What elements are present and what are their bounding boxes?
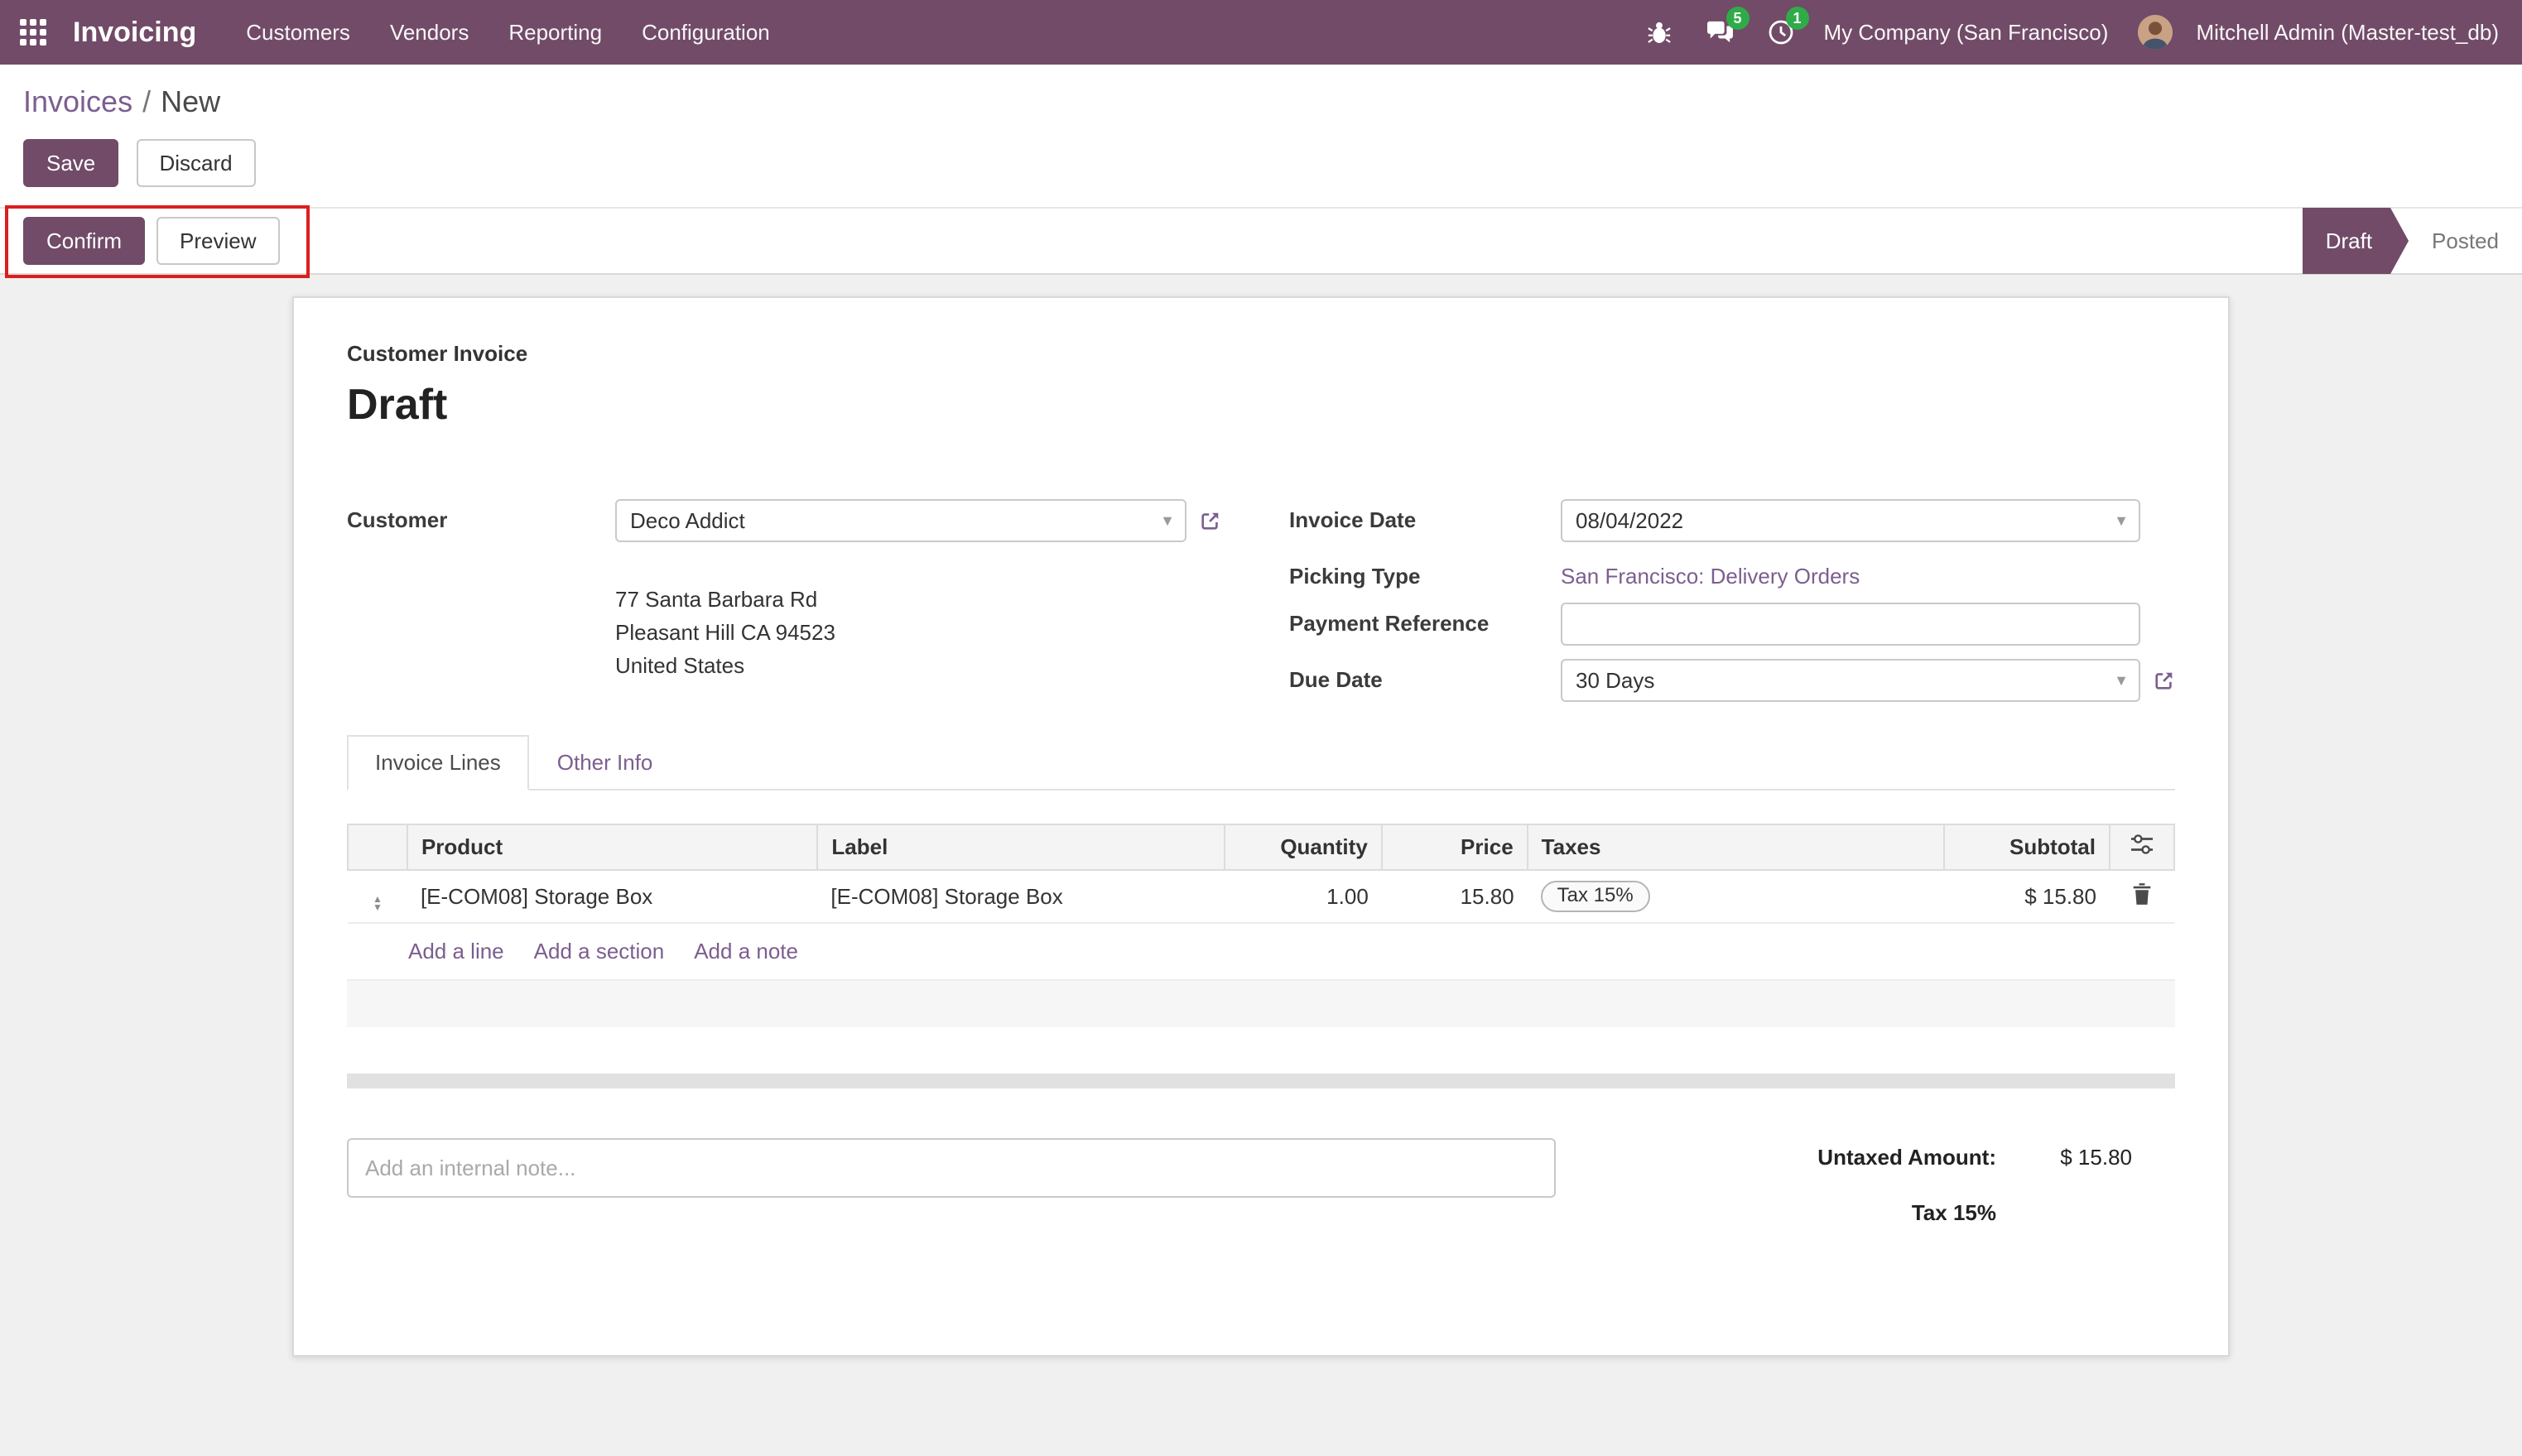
sheet-footer: Untaxed Amount: $ 15.80 Tax 15% [347,1138,2175,1256]
untaxed-amount-row: Untaxed Amount: $ 15.80 [1725,1145,2132,1170]
tab-invoice-lines[interactable]: Invoice Lines [347,735,529,790]
payment-reference-input[interactable] [1561,603,2140,646]
address-line-city: Pleasant Hill CA 94523 [615,619,835,645]
app-brand[interactable]: Invoicing [73,17,196,49]
status-pipeline: Draft Posted [2303,208,2522,274]
table-bottom-bar [347,1074,2175,1088]
column-header-taxes[interactable]: Taxes [1526,824,1946,871]
navbar-systray: 5 1 My Company (San Francisco) Mitchell … [1630,0,2512,65]
add-line-link[interactable]: Add a line [408,939,504,964]
table-header-row: Product Label Quantity Price Taxes Subto… [347,824,2176,871]
untaxed-amount-value: $ 15.80 [2060,1145,2132,1170]
internal-note-input[interactable] [347,1138,1556,1198]
apps-menu-button[interactable] [0,0,66,65]
messages-button[interactable]: 5 [1688,0,1751,65]
due-date-input[interactable] [1561,659,2140,702]
nav-item-customers[interactable]: Customers [226,0,370,65]
nav-item-reporting[interactable]: Reporting [489,0,622,65]
column-header-product[interactable]: Product [406,824,819,871]
empty-row-stripe [347,981,2175,1027]
sliders-icon [2130,834,2154,855]
tax-label: Tax 15% [1911,1200,1996,1225]
discard-button[interactable]: Discard [136,139,256,187]
customer-label: Customer [347,507,448,532]
user-menu[interactable]: Mitchell Admin (Master-test_db) [2183,0,2512,65]
cell-product[interactable]: [E-COM08] Storage Box [407,870,818,924]
due-date-external-link-icon[interactable] [2154,670,2175,691]
payment-reference-field-wrap [1561,603,2140,646]
address-line-street: 77 Santa Barbara Rd [615,586,818,612]
tax-badge[interactable]: Tax 15% [1540,881,1650,912]
tax-row: Tax 15% [1725,1200,2132,1226]
column-header-quantity[interactable]: Quantity [1223,824,1383,871]
picking-type-link[interactable]: San Francisco: Delivery Orders [1561,555,1860,589]
payment-reference-label: Payment Reference [1289,611,1490,636]
status-draft[interactable]: Draft [2303,208,2409,274]
invoice-form-grid: Customer ▼ 77 Santa Barbara R [347,499,2175,702]
trash-icon [2132,882,2152,906]
statusbar-row: Confirm Preview Draft Posted [0,205,2522,278]
add-note-link[interactable]: Add a note [694,939,798,964]
add-section-link[interactable]: Add a section [534,939,665,964]
control-panel-buttons: Save Discard [23,139,2499,187]
form-view: Customer Invoice Draft Customer ▼ [0,275,2522,1456]
debug-button[interactable] [1630,0,1688,65]
empty-row [347,1027,2175,1074]
customer-external-link-icon[interactable] [1200,510,1221,531]
company-switcher[interactable]: My Company (San Francisco) [1811,0,2122,65]
invoice-line-row[interactable]: ▲ ▼ [E-COM08] Storage Box [E-COM08] Stora… [348,870,2174,924]
due-date-field-wrap: ▼ [1561,659,2140,702]
invoice-totals: Untaxed Amount: $ 15.80 Tax 15% [1725,1138,2132,1256]
cell-label[interactable]: [E-COM08] Storage Box [817,870,1225,924]
bug-icon [1647,20,1672,45]
control-panel: Invoices / New Save Discard [0,65,2522,207]
invoice-date-label: Invoice Date [1289,507,1417,532]
nav-item-vendors[interactable]: Vendors [370,0,489,65]
tab-other-info[interactable]: Other Info [529,735,681,790]
drag-handle-icon[interactable]: ▲ ▼ [373,894,383,912]
due-date-label: Due Date [1289,667,1383,692]
nav-item-configuration[interactable]: Configuration [622,0,790,65]
optional-columns-button[interactable] [2108,824,2176,871]
picking-type-label: Picking Type [1289,564,1421,589]
cell-quantity[interactable]: 1.00 [1224,870,1382,924]
untaxed-amount-label: Untaxed Amount: [1817,1145,1996,1170]
column-header-price[interactable]: Price [1380,824,1528,871]
top-navbar: Invoicing Customers Vendors Reporting Co… [0,0,2522,65]
customer-address: 77 Santa Barbara Rd Pleasant Hill CA 945… [615,583,1230,682]
delete-line-button[interactable] [2109,870,2174,924]
activities-button[interactable]: 1 [1751,0,1811,65]
preview-button[interactable]: Preview [156,217,280,265]
invoice-sheet: Customer Invoice Draft Customer ▼ [292,296,2230,1357]
apps-grid-icon [20,19,46,46]
line-actions: Add a line Add a section Add a note [347,924,2175,981]
save-button[interactable]: Save [23,139,119,187]
invoice-status-title: Draft [347,381,448,429]
column-header-subtotal[interactable]: Subtotal [1943,824,2110,871]
avatar[interactable] [2138,15,2173,50]
status-posted[interactable]: Posted [2409,208,2522,274]
column-header-handle [347,824,408,871]
customer-input[interactable] [615,499,1186,542]
customer-field-wrap: ▼ [615,499,1186,542]
form-left-column: Customer ▼ 77 Santa Barbara R [347,499,1230,702]
notebook-tabs: Invoice Lines Other Info [347,735,2175,790]
invoice-date-input[interactable] [1561,499,2140,542]
form-right-column: Invoice Date ▼ Picking Type San Francisc… [1289,499,2175,702]
messages-badge: 5 [1725,7,1750,30]
invoice-date-field-wrap: ▼ [1561,499,2140,542]
confirm-button[interactable]: Confirm [23,217,146,265]
breadcrumb: Invoices / New [23,84,2499,119]
invoice-lines-table: Product Label Quantity Price Taxes Subto… [347,824,2176,924]
breadcrumb-invoices-link[interactable]: Invoices [23,84,132,118]
cell-price[interactable]: 15.80 [1381,870,1528,924]
breadcrumb-current: New [161,84,221,118]
document-type-label: Customer Invoice [347,341,528,366]
activities-badge: 1 [1785,7,1809,30]
breadcrumb-separator: / [142,84,152,118]
cell-subtotal: $ 15.80 [1944,870,2110,924]
column-header-label[interactable]: Label [816,824,1225,871]
address-line-country: United States [615,652,745,678]
